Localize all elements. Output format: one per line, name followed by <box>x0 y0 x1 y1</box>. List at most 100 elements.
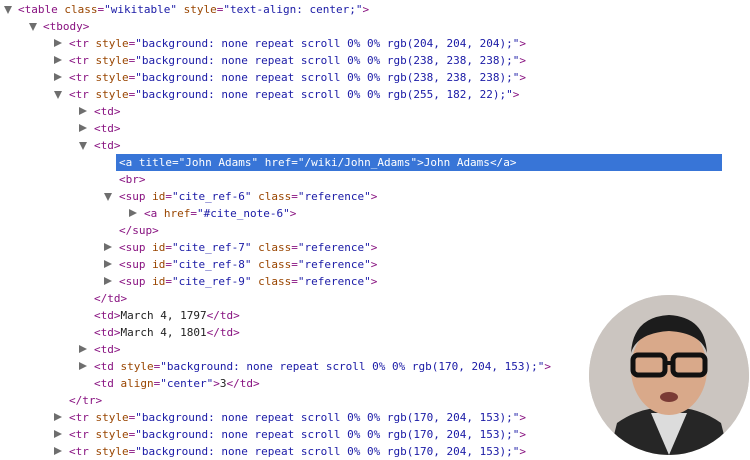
expand-triangle-icon[interactable] <box>54 91 62 99</box>
attr-eq: = <box>291 275 298 288</box>
dom-node-row[interactable]: <tr style="background: none repeat scrol… <box>0 69 750 86</box>
open-tag-start: < <box>94 105 101 118</box>
collapse-triangle-icon[interactable] <box>79 362 87 370</box>
collapse-triangle-icon[interactable] <box>54 39 62 47</box>
dom-node-row[interactable]: <td> <box>0 120 750 137</box>
attr-value-quote: " <box>160 377 167 390</box>
attr-name: id <box>152 275 166 288</box>
attr-eq: = <box>165 275 172 288</box>
attr-value-quote: " <box>244 275 252 288</box>
collapse-triangle-icon[interactable] <box>79 107 87 115</box>
attr-value-quote: " <box>506 88 513 101</box>
dom-node-row[interactable]: <sup id="cite_ref-7" class="reference"> <box>0 239 750 256</box>
attr-value: wikitable <box>110 3 171 16</box>
tag-name: td <box>100 377 114 390</box>
dom-node-row[interactable]: <sup id="cite_ref-8" class="reference"> <box>0 256 750 273</box>
open-tag-end: > <box>113 326 121 339</box>
open-tag-end: > <box>519 37 526 50</box>
collapse-triangle-icon[interactable] <box>54 430 62 438</box>
open-tag-end: > <box>519 428 526 441</box>
expand-triangle-icon[interactable] <box>4 6 12 14</box>
attr-value: cite_ref-7 <box>178 241 245 254</box>
node-text: March 4, 1801 <box>120 326 207 339</box>
attr-value-quote: " <box>135 54 142 67</box>
tag-name: tbody <box>49 20 83 33</box>
attr-value: cite_ref-9 <box>178 275 245 288</box>
dom-node-row[interactable]: <br> <box>0 171 750 188</box>
attr-value: background: none repeat scroll 0% 0% rgb… <box>141 71 513 84</box>
open-tag-start: < <box>94 377 101 390</box>
dom-node-row-selected[interactable]: <a title="John Adams" href="/wiki/John_A… <box>0 154 750 171</box>
node-text: John Adams <box>423 156 490 169</box>
dom-node-row[interactable]: <tr style="background: none repeat scrol… <box>0 52 750 69</box>
close-tag-end: > <box>233 309 240 322</box>
attr-value-quote: " <box>172 190 179 203</box>
attr-name: style <box>95 88 129 101</box>
attr-value: center <box>166 377 207 390</box>
open-tag-end: > <box>519 445 526 458</box>
collapse-triangle-icon[interactable] <box>54 73 62 81</box>
tag-name: td <box>239 377 253 390</box>
collapse-triangle-icon[interactable] <box>79 124 87 132</box>
open-tag-end: > <box>362 3 370 16</box>
collapse-triangle-icon[interactable] <box>104 260 112 268</box>
tag-name: tr <box>75 445 89 458</box>
dom-node-row[interactable]: <td> <box>0 103 750 120</box>
attr-value: reference <box>304 275 365 288</box>
open-tag-start: < <box>94 309 101 322</box>
expand-triangle-icon[interactable] <box>79 142 87 150</box>
node-code: <sup id="cite_ref-9" class="reference"> <box>119 273 377 290</box>
expand-triangle-icon[interactable] <box>29 23 37 31</box>
attr-value-quote: " <box>364 241 371 254</box>
tag-name: tr <box>75 37 89 50</box>
attr-value: /wiki/John_Adams <box>304 156 411 169</box>
attr-eq: = <box>165 241 172 254</box>
close-tag-end: > <box>152 224 159 237</box>
expand-triangle-icon[interactable] <box>104 193 112 201</box>
attr-name: class <box>64 3 98 16</box>
attr-value-quote: " <box>172 241 179 254</box>
attr-value-quote: " <box>283 207 290 220</box>
attr-value-quote: " <box>197 207 204 220</box>
dom-node-row[interactable]: <a href="#cite_note-6"> <box>0 205 750 222</box>
collapse-triangle-icon[interactable] <box>129 209 137 217</box>
collapse-triangle-icon[interactable] <box>104 243 112 251</box>
open-tag-start: < <box>94 326 101 339</box>
attr-value: background: none repeat scroll 0% 0% rgb… <box>141 88 507 101</box>
open-tag-end: > <box>113 139 121 152</box>
close-tag-start: </ <box>489 156 504 169</box>
dom-node-row[interactable]: <table class="wikitable" style="text-ali… <box>0 1 750 18</box>
attr-value-quote: " <box>170 3 177 16</box>
attr-name: id <box>152 258 166 271</box>
collapse-triangle-icon[interactable] <box>54 56 62 64</box>
collapse-triangle-icon[interactable] <box>54 413 62 421</box>
dom-node-row[interactable]: <sup id="cite_ref-6" class="reference"> <box>0 188 750 205</box>
attr-value: John Adams <box>185 156 252 169</box>
tag-name: tr <box>75 428 89 441</box>
dom-node-row[interactable]: <sup id="cite_ref-9" class="reference"> <box>0 273 750 290</box>
dom-node-row[interactable]: <tr style="background: none repeat scrol… <box>0 35 750 52</box>
attr-name: class <box>258 258 292 271</box>
node-code: <tr style="background: none repeat scrol… <box>69 52 526 69</box>
collapse-triangle-icon[interactable] <box>79 345 87 353</box>
collapse-triangle-icon[interactable] <box>54 447 62 455</box>
dom-node-row[interactable]: <tr style="background: none repeat scrol… <box>0 86 750 103</box>
open-tag-end: > <box>289 207 297 220</box>
attr-name: style <box>95 445 129 458</box>
open-tag-end: > <box>213 377 220 390</box>
attr-value: background: none repeat scroll 0% 0% rgb… <box>141 411 513 424</box>
node-code: <td> <box>94 103 121 120</box>
open-tag-start: < <box>69 37 76 50</box>
open-tag-start: < <box>69 428 76 441</box>
open-tag-end: > <box>370 241 378 254</box>
avatar-illustration <box>589 295 749 455</box>
attr-value-quote: " <box>160 360 167 373</box>
open-tag-start: < <box>69 445 76 458</box>
attr-eq: = <box>291 241 298 254</box>
open-tag-end: > <box>113 309 121 322</box>
dom-node-row[interactable]: </sup> <box>0 222 750 239</box>
dom-node-row[interactable]: <tbody> <box>0 18 750 35</box>
dom-node-row[interactable]: <td> <box>0 137 750 154</box>
attr-name: href <box>163 207 191 220</box>
collapse-triangle-icon[interactable] <box>104 277 112 285</box>
